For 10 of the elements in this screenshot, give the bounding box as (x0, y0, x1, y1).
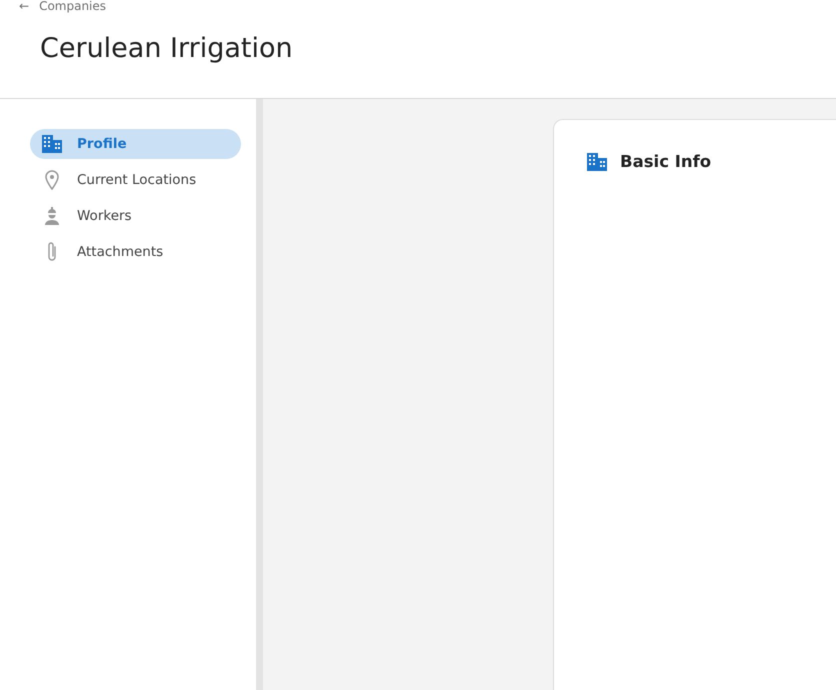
sidebar-item[interactable]: Attachments (30, 237, 241, 267)
back-arrow-icon[interactable]: ← (19, 0, 30, 15)
breadcrumb-link[interactable]: Companies (39, 0, 106, 15)
building-icon (586, 153, 608, 172)
building-icon (41, 135, 63, 153)
sidebar-item[interactable]: Profile (30, 129, 241, 159)
page-title: Cerulean Irrigation (40, 33, 293, 66)
sidebar-item[interactable]: Workers (30, 201, 241, 231)
sidebar-item[interactable]: Current Locations (30, 165, 241, 195)
card-title: Basic Info (620, 151, 712, 173)
